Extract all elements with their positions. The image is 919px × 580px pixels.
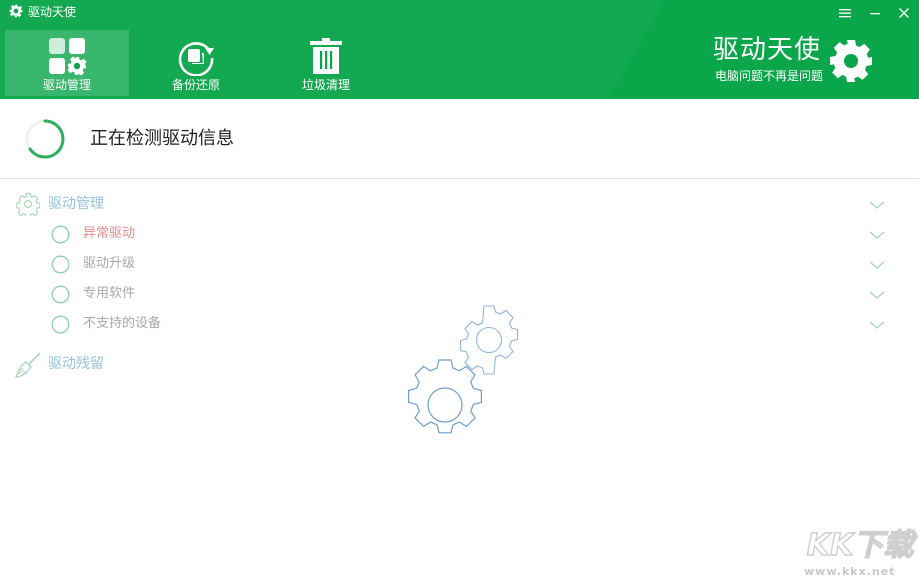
tree-group-label: 驱动管理 bbox=[48, 196, 104, 212]
chevron-down-icon[interactable] bbox=[869, 230, 885, 240]
tab-label: 驱动管理 bbox=[42, 78, 91, 92]
app-window: 驱动天使 驱动管理 备份还原 垃圾清理 驱动天使 电脑问题不再是问题 正在检测驱… bbox=[0, 0, 919, 580]
minimize-button[interactable] bbox=[864, 2, 886, 24]
grid-gear-icon bbox=[49, 38, 87, 76]
title-bar[interactable]: 驱动天使 bbox=[0, 0, 919, 26]
gear-icon bbox=[830, 40, 872, 82]
loading-gears-illustration bbox=[408, 305, 519, 434]
menu-icon bbox=[839, 9, 851, 18]
tree-item-label: 专用软件 bbox=[83, 286, 136, 301]
menu-button[interactable] bbox=[834, 2, 856, 24]
svg-text:KK下载: KK下载 bbox=[807, 528, 917, 563]
tree-item-label: 异常驱动 bbox=[83, 226, 136, 241]
tree-group-label: 驱动残留 bbox=[48, 356, 104, 372]
status-circle-icon bbox=[51, 285, 70, 304]
tab-junk-clean[interactable]: 垃圾清理 bbox=[264, 30, 388, 96]
status-area: 正在检测驱动信息 bbox=[0, 99, 919, 179]
watermark-logo: KK下载 bbox=[806, 527, 918, 563]
spinner-icon bbox=[25, 119, 65, 159]
close-button[interactable] bbox=[893, 2, 915, 24]
status-circle-icon bbox=[51, 255, 70, 274]
tree-item-label: 不支持的设备 bbox=[83, 316, 162, 331]
chevron-down-icon[interactable] bbox=[869, 290, 885, 300]
restore-icon bbox=[178, 42, 214, 76]
chevron-down-icon[interactable] bbox=[869, 320, 885, 330]
app-title: 驱动天使 bbox=[28, 5, 77, 19]
tab-backup-restore[interactable]: 备份还原 bbox=[134, 30, 258, 96]
tree-item-label: 驱动升级 bbox=[83, 256, 136, 271]
watermark-url: www.kkx.net bbox=[804, 565, 896, 578]
tab-driver-manage[interactable]: 驱动管理 bbox=[5, 30, 129, 96]
brand-title: 驱动天使 bbox=[713, 35, 822, 65]
status-text: 正在检测驱动信息 bbox=[90, 128, 234, 149]
header-bar: 驱动天使 驱动管理 备份还原 垃圾清理 驱动天使 电脑问题不再是问题 bbox=[0, 0, 919, 99]
tree-item-upgrade[interactable]: 驱动升级 bbox=[0, 250, 919, 278]
close-icon bbox=[899, 8, 909, 18]
status-circle-icon bbox=[51, 225, 70, 244]
status-circle-icon bbox=[51, 315, 70, 334]
tree-item-abnormal[interactable]: 异常驱动 bbox=[0, 220, 919, 248]
tab-label: 垃圾清理 bbox=[301, 78, 350, 92]
broom-icon bbox=[15, 352, 41, 378]
brand-slogan: 电脑问题不再是问题 bbox=[715, 69, 824, 83]
gear-icon bbox=[9, 4, 23, 18]
chevron-down-icon[interactable] bbox=[869, 200, 885, 210]
minimize-icon bbox=[870, 13, 880, 15]
chevron-down-icon[interactable] bbox=[869, 260, 885, 270]
tab-label: 备份还原 bbox=[171, 78, 220, 92]
gear-outline-icon bbox=[16, 192, 40, 216]
trash-icon bbox=[310, 38, 342, 74]
tree-group-driver-manage[interactable]: 驱动管理 bbox=[0, 190, 919, 218]
